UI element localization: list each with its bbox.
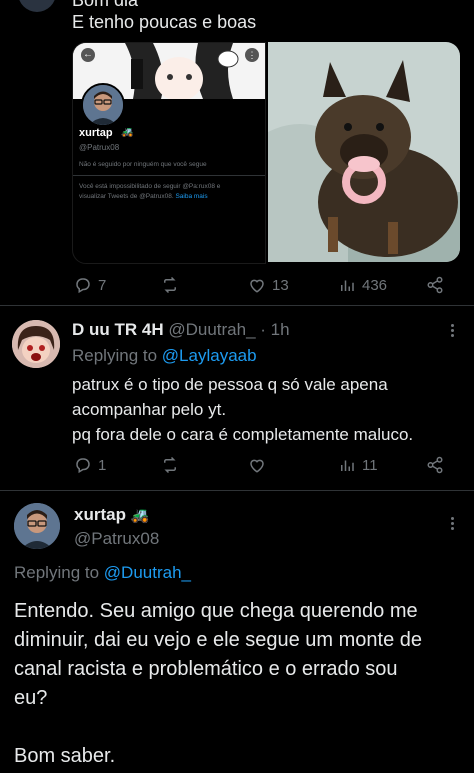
retweet-icon	[164, 456, 176, 474]
reply-count: 7	[98, 276, 107, 294]
embed-blocked-line-2: visualizar Tweets de @Patrux08. Saiba ma…	[79, 193, 208, 200]
tweet-line: Bom saber.	[14, 745, 116, 767]
replying-to: Replying to @Duutrah_	[14, 563, 191, 583]
retweet-icon	[164, 276, 176, 294]
reply-button[interactable]: 1	[74, 456, 106, 474]
tractor-emoji-icon: 🚜	[130, 507, 150, 524]
tweet-2: D uu TR 4H @Duutrah_ · 1h Replying to @L…	[0, 306, 474, 491]
avatar[interactable]	[18, 0, 56, 12]
tweet-line: Entendo. Seu amigo que chega querendo me	[14, 600, 418, 622]
handle[interactable]: @Patrux08	[74, 529, 159, 549]
tweet-body: patrux é o tipo de pessoa q só vale apen…	[72, 372, 472, 447]
like-button[interactable]: 13	[248, 276, 289, 294]
avatar[interactable]	[12, 320, 60, 368]
retweet-button[interactable]	[160, 276, 180, 294]
embed-blocked-note-1: Você está impossibilitado de seguir @Pa:…	[79, 183, 221, 190]
tweet-3-name-row: xurtap 🚜	[74, 505, 149, 525]
reply-count: 1	[98, 456, 107, 474]
media-image-dog[interactable]	[268, 42, 460, 262]
tweet-line: canal racista e problemático e o errado …	[14, 658, 398, 680]
views-button[interactable]: 436	[338, 276, 387, 294]
replying-to-link[interactable]: @Duutrah_	[104, 563, 191, 582]
tweet-body: Entendo. Seu amigo que chega querendo me…	[14, 597, 470, 771]
view-count: 436	[362, 276, 388, 294]
heart-icon	[250, 279, 264, 293]
more-icon	[450, 516, 454, 530]
embed-name: xurtap	[79, 127, 113, 139]
bar-chart-icon	[341, 280, 354, 291]
views-button[interactable]: 11	[338, 456, 378, 474]
tractor-emoji-icon: 🚜	[121, 127, 134, 138]
reply-button[interactable]: 7	[74, 276, 106, 294]
header-partial: Bom dia	[72, 0, 139, 10]
tweet-line: pq fora dele o cara é completamente malu…	[72, 425, 414, 444]
display-name[interactable]: D uu TR 4H	[72, 320, 164, 339]
more-icon[interactable]: ⋮	[245, 48, 259, 62]
like-count: 13	[272, 276, 289, 294]
retweet-button[interactable]	[160, 456, 180, 474]
tweet-text: E tenho poucas e boas	[72, 12, 257, 32]
view-count: 11	[362, 456, 378, 474]
bar-chart-icon	[341, 460, 354, 471]
share-icon	[427, 276, 443, 294]
more-options-button[interactable]	[442, 320, 462, 340]
tweet-line: acompanhar pelo yt.	[72, 400, 227, 419]
embed-blocked-note-2: visualizar Tweets de @Patrux08.	[79, 193, 174, 200]
reply-icon	[76, 458, 90, 474]
media-image-profile[interactable]: ← ⋮ xurtap 🚜 @Patrux08 Não é seguido por…	[72, 42, 266, 264]
share-button[interactable]	[426, 276, 444, 294]
handle[interactable]: @Duutrah_	[168, 320, 255, 339]
share-icon	[427, 456, 443, 474]
tweet-line: patrux é o tipo de pessoa q só vale apen…	[72, 375, 388, 394]
timestamp[interactable]: · 1h	[260, 320, 289, 339]
display-name[interactable]: xurtap	[74, 505, 126, 524]
replying-to-link[interactable]: @Laylayaab	[162, 346, 257, 365]
embed-follow-note: Não é seguido por ninguém que você segue	[79, 161, 207, 168]
back-arrow-icon[interactable]: ←	[81, 48, 95, 62]
embed-learn-more-link[interactable]: Saiba mais	[175, 193, 207, 200]
embed-divider	[73, 175, 265, 176]
share-button[interactable]	[426, 456, 444, 474]
tweet-1: Bom dia E tenho poucas e boas ← ⋮ xurtap…	[0, 0, 474, 305]
heart-icon	[250, 459, 264, 473]
replying-label: Replying to	[72, 346, 158, 365]
more-icon	[450, 323, 454, 337]
like-button[interactable]	[248, 456, 266, 474]
replying-label: Replying to	[14, 563, 100, 582]
avatar	[81, 83, 125, 127]
tweet-3: xurtap 🚜 @Patrux08 Replying to @Duutrah_…	[0, 491, 474, 773]
tweet-2-header: D uu TR 4H @Duutrah_ · 1h	[72, 320, 290, 340]
tweet-line: diminuir, dai eu vejo e ele segue um mon…	[14, 629, 423, 651]
reply-icon	[76, 278, 90, 294]
replying-to: Replying to @Laylayaab	[72, 346, 257, 366]
dog-with-pacifier-photo	[268, 42, 460, 262]
avatar[interactable]	[14, 503, 60, 549]
tweet-line: eu?	[14, 687, 48, 709]
more-options-button[interactable]	[442, 513, 462, 533]
embed-handle: @Patrux08	[79, 143, 120, 152]
